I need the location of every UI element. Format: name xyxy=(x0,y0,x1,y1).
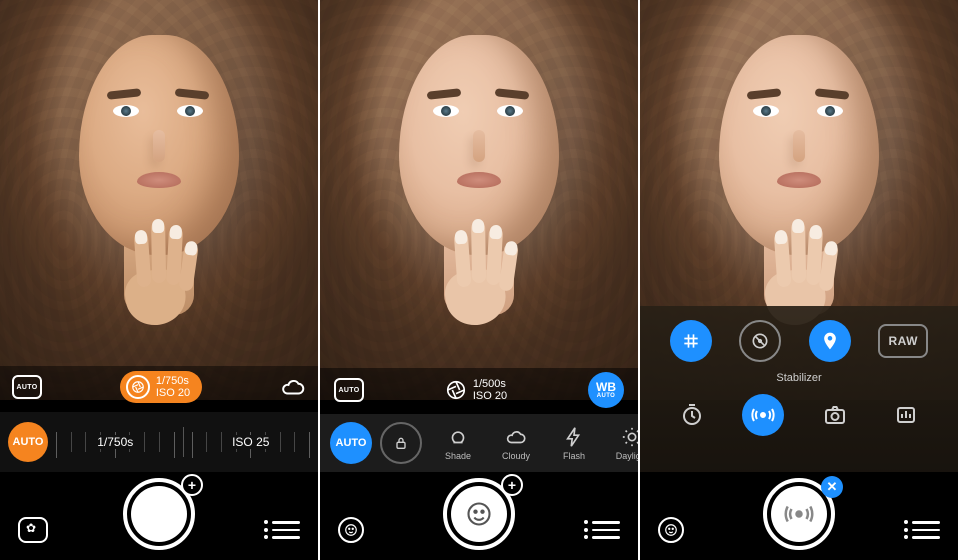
auto-button[interactable]: AUTO xyxy=(330,422,372,464)
wb-option-label: Daylight xyxy=(616,451,638,461)
camera-switch-button[interactable] xyxy=(814,394,856,436)
shutter-dial[interactable]: 1/750s xyxy=(56,422,175,462)
location-button[interactable] xyxy=(809,320,851,362)
wb-option-daylight[interactable]: Daylight xyxy=(610,426,638,461)
pill-iso: ISO 20 xyxy=(156,387,190,399)
camera-screen-3: RAW Stabilizer xyxy=(640,0,960,560)
menu-button[interactable] xyxy=(272,521,300,539)
readout-iso: ISO 20 xyxy=(473,390,507,402)
face-icon xyxy=(344,523,358,537)
aperture-icon xyxy=(445,379,467,401)
pill-shutter: 1/750s xyxy=(156,375,190,387)
exposure-pill[interactable]: 1/750s ISO 20 xyxy=(120,371,202,403)
wb-sub: AUTO xyxy=(597,393,616,399)
menu-button[interactable] xyxy=(592,521,620,539)
face-mode-button[interactable] xyxy=(658,517,684,543)
camera-screen-1: AUTO 1/750s ISO 20 AUTO xyxy=(0,0,320,560)
wb-option-label: Flash xyxy=(563,451,585,461)
viewfinder[interactable] xyxy=(0,0,318,400)
mode-auto-badge[interactable]: AUTO xyxy=(334,378,364,402)
settings-panel: RAW Stabilizer xyxy=(640,306,958,472)
aperture-icon xyxy=(126,375,150,399)
cloudy-icon xyxy=(505,426,527,448)
wb-title: WB xyxy=(596,381,616,393)
lock-icon xyxy=(393,435,409,451)
wb-auto-button[interactable]: WB AUTO xyxy=(588,372,624,408)
gallery-button[interactable] xyxy=(18,517,48,543)
raw-button[interactable]: RAW xyxy=(878,324,928,358)
stabilizer-icon xyxy=(751,403,775,427)
stabilizer-label: Stabilizer xyxy=(656,372,942,384)
location-icon xyxy=(820,331,840,351)
mode-auto-badge[interactable]: AUTO xyxy=(12,375,42,399)
dial-separator xyxy=(183,427,184,457)
wb-option-cloudy[interactable]: Cloudy xyxy=(494,426,538,461)
flash-icon xyxy=(563,426,585,448)
wb-option-flash[interactable]: Flash xyxy=(552,426,596,461)
histogram-icon xyxy=(894,403,918,427)
histogram-button[interactable] xyxy=(885,394,927,436)
menu-button[interactable] xyxy=(912,521,940,539)
iso-value: ISO 25 xyxy=(226,435,275,449)
wb-options-row: AUTO Shade Cloudy Flash xyxy=(320,414,638,472)
grid-icon xyxy=(681,331,701,351)
iso-dial[interactable]: ISO 25 xyxy=(192,422,311,462)
exposure-readout[interactable]: 1/500s ISO 20 xyxy=(445,378,507,402)
plus-icon[interactable]: + xyxy=(181,474,203,496)
auto-button[interactable]: AUTO xyxy=(8,422,48,462)
face-mode-button[interactable] xyxy=(338,517,364,543)
camera-icon xyxy=(823,403,847,427)
timer-icon xyxy=(680,403,704,427)
camera-screen-2: AUTO 1/500s ISO 20 WB AUTO AUTO xyxy=(320,0,640,560)
exposure-dial-row: AUTO 1/750s ISO 25 xyxy=(0,412,318,472)
shutter-value: 1/750s xyxy=(91,435,139,449)
wb-option-label: Cloudy xyxy=(502,451,530,461)
level-icon xyxy=(750,331,770,351)
face-icon xyxy=(664,523,678,537)
readout-shutter: 1/500s xyxy=(473,378,507,390)
level-button[interactable] xyxy=(739,320,781,362)
close-icon[interactable]: ✕ xyxy=(821,476,843,498)
cloud-icon[interactable] xyxy=(280,374,306,400)
lock-button[interactable] xyxy=(380,422,422,464)
wb-option-label: Shade xyxy=(445,451,471,461)
daylight-icon xyxy=(621,426,638,448)
pill-text: 1/750s ISO 20 xyxy=(156,375,190,399)
readout-text: 1/500s ISO 20 xyxy=(473,378,507,402)
timer-button[interactable] xyxy=(671,394,713,436)
viewfinder[interactable] xyxy=(320,0,638,400)
shade-icon xyxy=(447,426,469,448)
grid-button[interactable] xyxy=(670,320,712,362)
wb-option-shade[interactable]: Shade xyxy=(436,426,480,461)
stabilizer-button[interactable] xyxy=(742,394,784,436)
plus-icon[interactable]: + xyxy=(501,474,523,496)
